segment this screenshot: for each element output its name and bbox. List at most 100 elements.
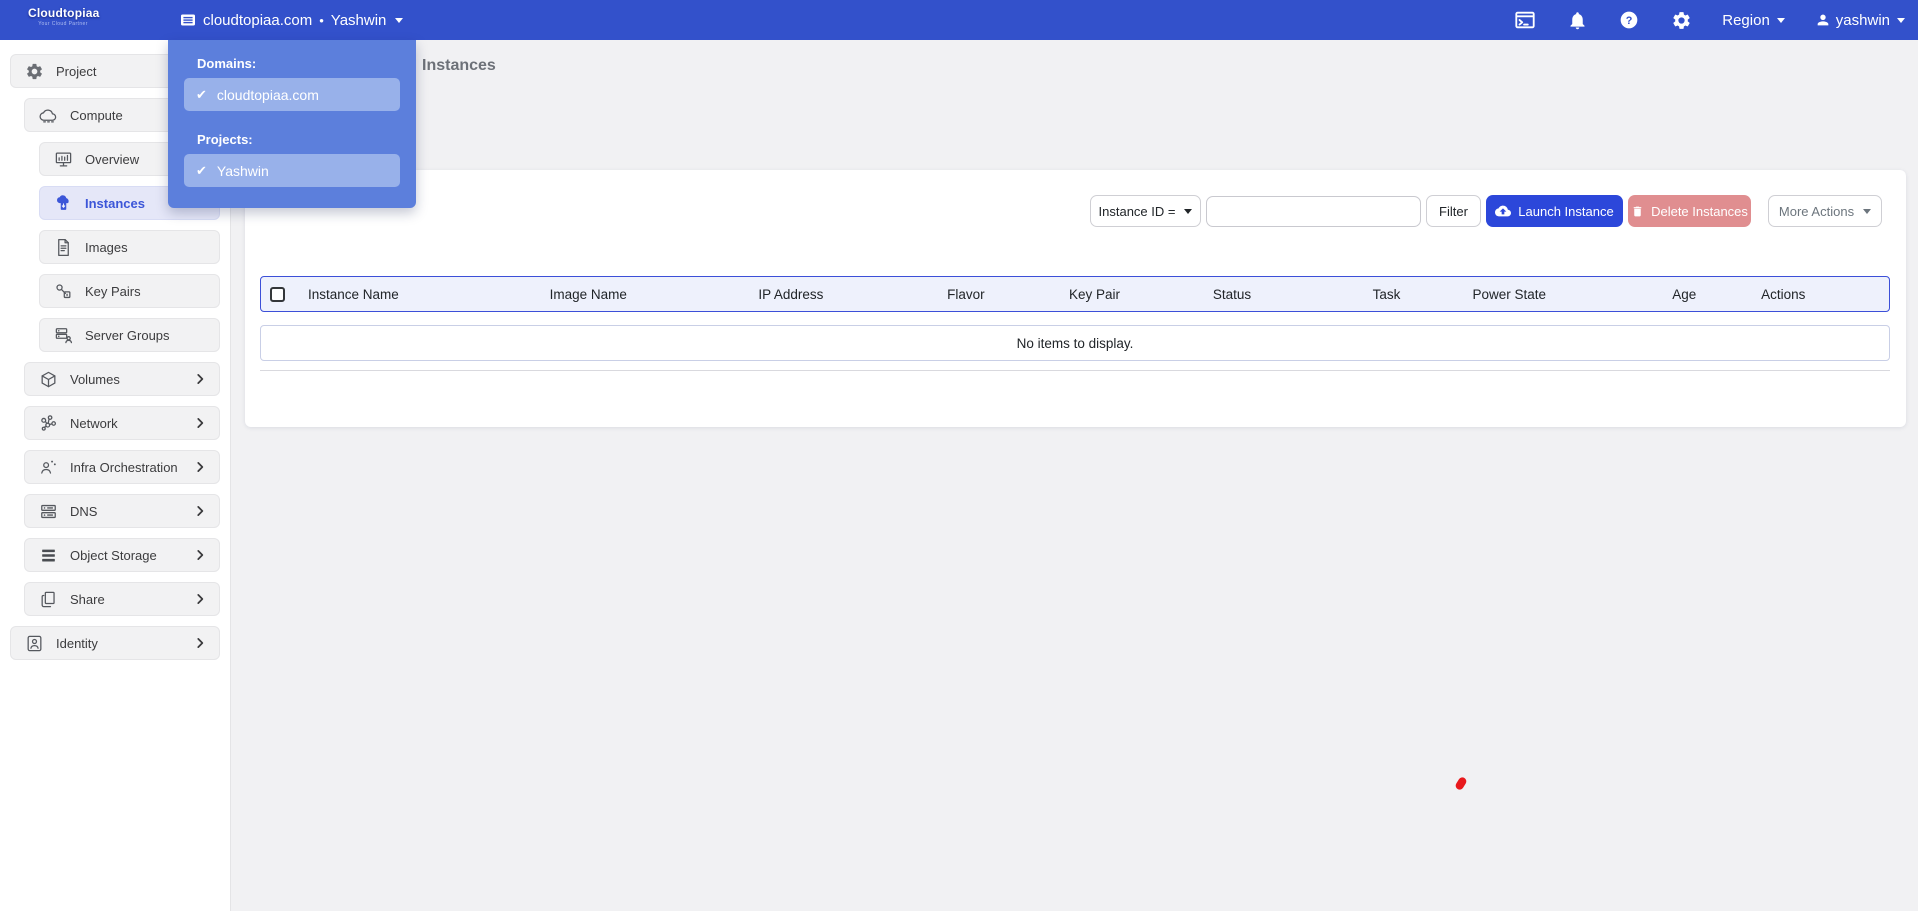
document-icon — [54, 238, 73, 257]
user-name: yashwin — [1836, 12, 1890, 29]
app-logo[interactable]: Cloudtopiaa Your Cloud Partner — [28, 6, 98, 27]
sidebar-item-label: Share — [70, 592, 105, 607]
cursor-mark — [1454, 776, 1468, 791]
bell-icon[interactable] — [1566, 9, 1588, 31]
user-icon — [1815, 12, 1831, 28]
monitor-icon — [54, 150, 73, 169]
server-group-icon — [54, 326, 73, 345]
sidebar-item-label: Infra Orchestration — [70, 460, 178, 475]
domain-list-icon — [180, 12, 196, 28]
column-header-age[interactable]: Age — [1665, 287, 1754, 302]
help-icon[interactable]: ? — [1618, 9, 1640, 31]
sidebar-item-label: Project — [56, 64, 96, 79]
filter-button[interactable]: Filter — [1426, 195, 1481, 227]
region-dropdown[interactable]: Region — [1722, 12, 1785, 29]
sidebar-item-label: Instances — [85, 196, 145, 211]
share-icon — [39, 590, 58, 609]
table-footer-divider — [260, 370, 1890, 371]
header-checkbox-cell — [261, 287, 301, 302]
chevron-right-icon — [193, 548, 207, 562]
column-header-flavor[interactable]: Flavor — [940, 287, 1062, 302]
column-header-ip-address[interactable]: IP Address — [751, 287, 940, 302]
projects-section-label: Projects: — [197, 132, 253, 147]
chevron-down-icon — [395, 18, 403, 23]
sidebar-item-label: Compute — [70, 108, 123, 123]
column-header-image-name[interactable]: Image Name — [543, 287, 752, 302]
column-header-actions[interactable]: Actions — [1754, 287, 1889, 302]
select-all-checkbox[interactable] — [270, 287, 285, 302]
column-header-task[interactable]: Task — [1366, 287, 1466, 302]
navbar-right-cluster: ? Region yashwin — [1514, 0, 1905, 40]
sidebar-item-label: Volumes — [70, 372, 120, 387]
chevron-right-icon — [193, 460, 207, 474]
sidebar-item-label: Server Groups — [85, 328, 170, 343]
gear-icon[interactable] — [1670, 9, 1692, 31]
sidebar-item-images[interactable]: Images — [39, 230, 220, 264]
chevron-right-icon — [193, 592, 207, 606]
column-header-power-state[interactable]: Power State — [1466, 287, 1666, 302]
identity-icon — [25, 634, 44, 653]
dns-icon — [39, 502, 58, 521]
check-icon: ✔ — [196, 88, 207, 101]
sidebar-item-infra-orchestration[interactable]: Infra Orchestration — [24, 450, 220, 484]
sidebar-item-network[interactable]: Network — [24, 406, 220, 440]
domain-option-cloudtopiaa[interactable]: ✔ cloudtopiaa.com — [184, 78, 400, 111]
sidebar-item-share[interactable]: Share — [24, 582, 220, 616]
sidebar-item-label: Network — [70, 416, 118, 431]
orchestration-icon — [39, 458, 58, 477]
chevron-down-icon — [1863, 209, 1871, 214]
launch-instance-button[interactable]: Launch Instance — [1486, 195, 1623, 227]
cube-icon — [39, 370, 58, 389]
column-header-key-pair[interactable]: Key Pair — [1062, 287, 1206, 302]
project-gear-icon — [25, 62, 44, 81]
context-separator: • — [319, 13, 324, 28]
chevron-down-icon — [1777, 18, 1785, 23]
chevron-right-icon — [193, 372, 207, 386]
sidebar-item-dns[interactable]: DNS — [24, 494, 220, 528]
column-header-status[interactable]: Status — [1206, 287, 1366, 302]
svg-text:?: ? — [1626, 15, 1633, 27]
check-icon: ✔ — [196, 164, 207, 177]
top-navbar: Cloudtopiaa Your Cloud Partner cloudtopi… — [0, 0, 1918, 40]
empty-message: No items to display. — [1017, 336, 1134, 351]
cloud-upload-icon — [1495, 203, 1511, 219]
filter-search-input[interactable] — [1206, 196, 1421, 227]
sidebar-item-label: Key Pairs — [85, 284, 141, 299]
chevron-down-icon — [1897, 18, 1905, 23]
object-storage-icon — [39, 546, 58, 565]
domain-project-switcher[interactable]: cloudtopiaa.com • Yashwin — [180, 0, 403, 40]
region-label: Region — [1722, 12, 1770, 29]
sidebar-item-volumes[interactable]: Volumes — [24, 362, 220, 396]
sidebar-item-key-pairs[interactable]: Key Pairs — [39, 274, 220, 308]
app-logo-tagline: Your Cloud Partner — [28, 21, 98, 27]
filter-field-select[interactable]: Instance ID = — [1090, 195, 1201, 227]
instances-panel: Instance ID = Filter Launch Instance Del… — [245, 170, 1906, 427]
domain-project-dropdown-panel: Domains: ✔ cloudtopiaa.com Projects: ✔ Y… — [168, 40, 416, 208]
sidebar-item-object-storage[interactable]: Object Storage — [24, 538, 220, 572]
user-menu[interactable]: yashwin — [1815, 12, 1905, 29]
console-icon[interactable] — [1514, 9, 1536, 31]
column-header-instance-name[interactable]: Instance Name — [301, 287, 543, 302]
project-option-label: Yashwin — [217, 163, 269, 179]
instances-table-header: Instance NameImage NameIP AddressFlavorK… — [260, 276, 1890, 312]
project-option-yashwin[interactable]: ✔ Yashwin — [184, 154, 400, 187]
sidebar-item-identity[interactable]: Identity — [10, 626, 220, 660]
more-actions-button[interactable]: More Actions — [1768, 195, 1882, 227]
app-logo-title: Cloudtopiaa — [28, 6, 98, 20]
sidebar-item-label: Images — [85, 240, 128, 255]
sidebar-item-server-groups[interactable]: Server Groups — [39, 318, 220, 352]
filter-field-label: Instance ID = — [1099, 204, 1176, 219]
page-title: Instances — [422, 57, 496, 75]
instances-toolbar: Instance ID = Filter Launch Instance Del… — [1090, 195, 1882, 227]
key-icon — [54, 282, 73, 301]
table-empty-row: No items to display. — [260, 325, 1890, 361]
chevron-right-icon — [193, 416, 207, 430]
sidebar-item-label: Object Storage — [70, 548, 157, 563]
chevron-down-icon — [1184, 209, 1192, 214]
current-domain: cloudtopiaa.com — [203, 12, 312, 29]
domains-section-label: Domains: — [197, 56, 256, 71]
delete-instances-button[interactable]: Delete Instances — [1628, 195, 1751, 227]
network-icon — [39, 414, 58, 433]
instances-server-icon — [54, 194, 73, 213]
chevron-right-icon — [193, 504, 207, 518]
